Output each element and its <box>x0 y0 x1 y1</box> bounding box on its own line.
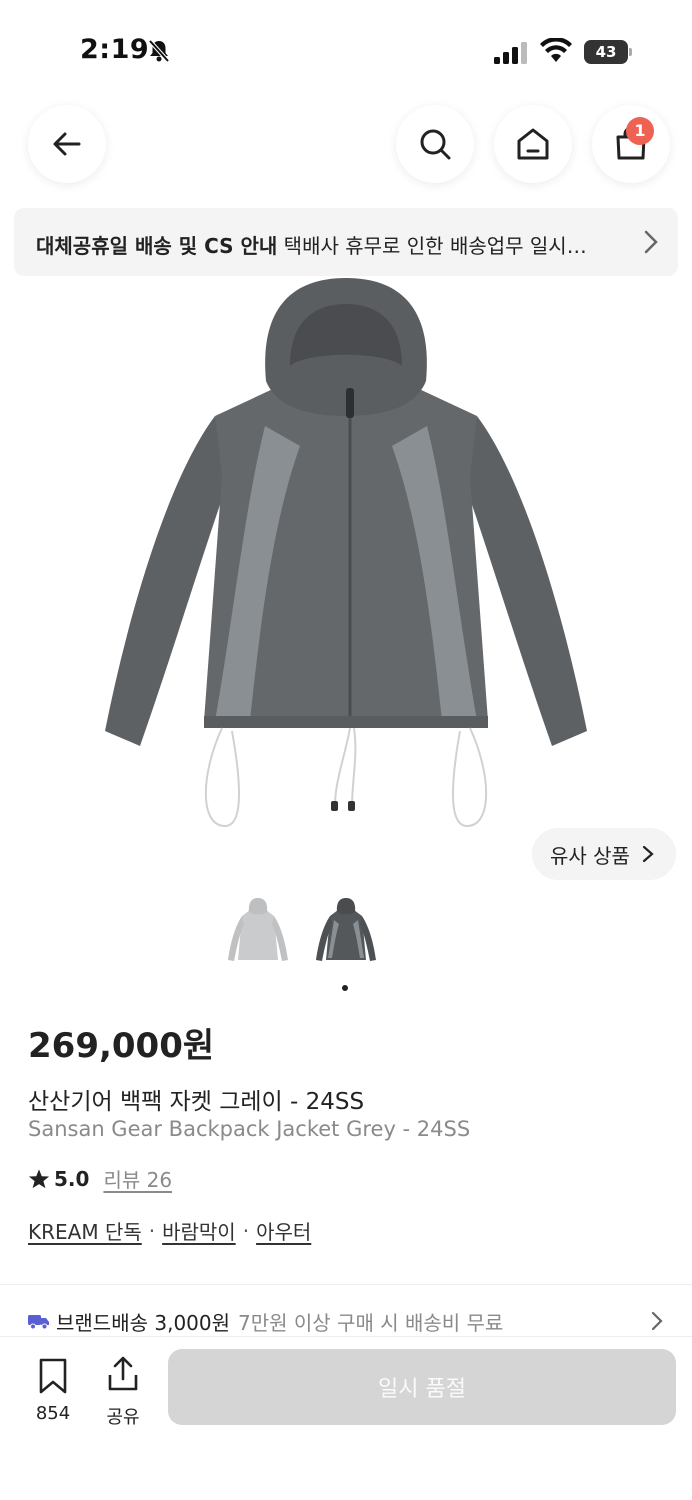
product-price: 269,000원 <box>28 1026 215 1066</box>
bookmark-button[interactable]: 854 <box>30 1357 76 1424</box>
notice-banner[interactable]: 대체공휴일 배송 및 CS 안내 택배사 휴무로 인한 배송업무 일시… <box>14 208 678 276</box>
notice-text: 대체공휴일 배송 및 CS 안내 택배사 휴무로 인한 배송업무 일시… <box>36 230 626 259</box>
similar-products-label: 유사 상품 <box>550 843 630 868</box>
bookmark-count: 854 <box>35 1403 71 1424</box>
arrow-left-icon <box>53 132 81 156</box>
product-tags: KREAM 단독 · 바람막이 · 아우터 <box>28 1216 311 1245</box>
tag-windbreaker[interactable]: 바람막이 <box>162 1216 236 1245</box>
section-divider <box>0 1284 692 1285</box>
share-button[interactable]: 공유 <box>100 1355 146 1429</box>
tag-outer[interactable]: 아우터 <box>256 1216 311 1245</box>
search-icon <box>420 129 451 160</box>
delivery-free-note: 7만원 이상 구매 시 배송비 무료 <box>238 1310 504 1335</box>
thumbnail-grey[interactable] <box>308 898 384 974</box>
home-icon <box>517 128 549 160</box>
product-name-korean: 산산기어 백팩 자켓 그레이 - 24SS <box>28 1089 365 1115</box>
notice-title: 대체공휴일 배송 및 CS 안내 <box>36 234 278 258</box>
share-label: 공유 <box>106 1407 140 1428</box>
search-button[interactable] <box>396 105 474 183</box>
cart-count-badge: 1 <box>626 117 654 145</box>
tag-separator: · <box>242 1218 250 1243</box>
status-time: 2:19 <box>80 34 150 65</box>
battery-level: 43 <box>584 40 628 64</box>
star-icon <box>28 1168 50 1188</box>
chevron-right-icon <box>644 230 658 254</box>
cellular-signal-icon <box>494 42 527 64</box>
bottom-action-bar: 854 공유 일시 품절 <box>0 1336 692 1500</box>
product-name-english: Sansan Gear Backpack Jacket Grey - 24SS <box>28 1117 471 1141</box>
thumbnail-light-grey[interactable] <box>220 898 296 974</box>
top-actions: 1 <box>396 105 670 183</box>
cart-button[interactable] <box>592 105 670 183</box>
jacket-illustration <box>105 278 587 828</box>
wifi-icon <box>540 38 572 62</box>
tag-kream-exclusive[interactable]: KREAM 단독 <box>28 1216 142 1245</box>
chevron-right-icon <box>642 845 654 863</box>
notice-body: 택배사 휴무로 인한 배송업무 일시… <box>277 234 587 258</box>
back-button[interactable] <box>28 105 106 183</box>
review-link[interactable]: 리뷰 26 <box>103 1164 172 1193</box>
rating-row: 5.0 리뷰 26 <box>28 1164 172 1193</box>
similar-products-button[interactable]: 유사 상품 <box>532 828 676 880</box>
home-button[interactable] <box>494 105 572 183</box>
product-image[interactable] <box>0 276 692 836</box>
chevron-right-icon <box>651 1311 663 1331</box>
share-icon <box>108 1356 138 1391</box>
sold-out-button[interactable]: 일시 품절 <box>168 1349 676 1425</box>
battery-tip <box>629 48 632 56</box>
rating-value: 5.0 <box>54 1166 90 1191</box>
bookmark-icon <box>39 1358 67 1394</box>
bell-off-icon <box>148 39 170 63</box>
tag-separator: · <box>148 1218 156 1243</box>
delivery-fee-label: 브랜드배송 3,000원 <box>56 1310 231 1335</box>
delivery-info-row[interactable]: 브랜드배송 3,000원 7만원 이상 구매 시 배송비 무료 <box>28 1306 664 1336</box>
delivery-truck-icon <box>28 1315 49 1330</box>
carousel-dot-indicator <box>342 985 348 991</box>
status-bar: 2:19 43 <box>0 0 692 100</box>
battery-indicator: 43 <box>584 40 632 64</box>
